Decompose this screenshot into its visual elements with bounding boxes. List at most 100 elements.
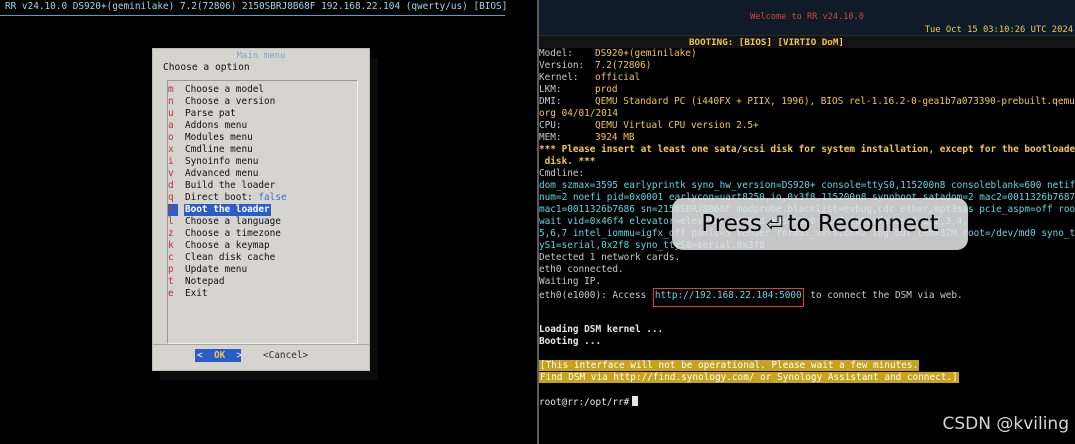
menu-item-synoinfo-menu[interactable]: i Synoinfo menu — [168, 156, 259, 168]
menu-item-label: Build the loader — [185, 180, 276, 191]
kernel-value: official — [595, 72, 641, 83]
dialog-prompt: Choose a option — [163, 62, 250, 73]
shell-prompt: root@rr:/opt/rr# — [539, 397, 630, 408]
menu-item-label: Cmdline menu — [185, 144, 253, 155]
model-label: Model: — [539, 48, 573, 59]
model-value: DS920+(geminilake) — [595, 48, 697, 59]
menu-item-hotkey: q — [168, 192, 174, 203]
menu-item-choose-model[interactable]: m Choose a model — [168, 84, 265, 96]
menu-item-choose-version[interactable]: n Choose a version — [168, 96, 276, 108]
menu-item-build-loader[interactable]: d Build the loader — [168, 180, 276, 192]
menu-item-hotkey: c — [168, 252, 174, 263]
cpu-label: CPU: — [539, 120, 562, 131]
menu-item-exit[interactable]: e Exit — [168, 288, 209, 300]
menu-item-update-menu[interactable]: p Update menu — [168, 264, 248, 276]
kernel-line: Kernel: official — [539, 72, 640, 84]
menu-item-advanced-menu[interactable]: v Advanced menu — [168, 168, 259, 180]
menu-item-label: Direct boot: false — [184, 192, 288, 204]
dmi-line-cont: org 04/01/2014 — [539, 108, 619, 119]
menu-item-hotkey: d — [168, 180, 174, 191]
menu-item-choose-keymap[interactable]: k Choose a keymap — [168, 240, 271, 252]
version-value: 7.2(72806) — [595, 60, 652, 71]
disk-warning: *** Please insert at least one sata/scsi… — [539, 144, 1075, 155]
menu-item-hotkey: a — [168, 120, 174, 131]
cmdline-label: Cmdline: — [539, 168, 585, 179]
menu-item-label: Choose a model — [185, 84, 265, 95]
terminal-cursor — [632, 396, 639, 406]
menu-item-hotkey: k — [168, 240, 174, 251]
header-divider — [0, 15, 505, 16]
menu-item-parse-pat[interactable]: u Parse pat — [168, 108, 237, 120]
version-label: Version: — [539, 60, 585, 71]
access-suffix: to connect the DSM via web. — [810, 290, 963, 301]
menu-item-hotkey: m — [168, 84, 174, 95]
menu-item-hotkey: e — [168, 288, 174, 299]
menu-item-boot-loader[interactable]: b Boot the loader — [168, 204, 271, 216]
menu-item-cmdline-menu[interactable]: x Cmdline menu — [168, 144, 254, 156]
cancel-button[interactable]: <Cancel> — [263, 349, 308, 362]
menu-item-hotkey: p — [168, 264, 174, 275]
menu-item-addons-menu[interactable]: a Addons menu — [168, 120, 248, 132]
version-line: Version: 7.2(72806) — [539, 60, 651, 72]
dialog-button-divider — [153, 344, 369, 345]
menu-item-hotkey: v — [168, 168, 174, 179]
detected-network: Detected 1 network cards. — [539, 252, 681, 263]
menu-item-direct-boot[interactable]: q Direct boot: false — [168, 192, 288, 204]
mem-value: 3924 MB — [595, 132, 635, 143]
booting-message: Booting ... — [539, 336, 602, 347]
menu-item-label: Choose a keymap — [185, 240, 270, 251]
direct-boot-label: Direct boot: — [185, 192, 253, 203]
menu-item-label: Choose a timezone — [185, 228, 281, 239]
notice-text: Find DSM via http://find.synology.com/ o… — [539, 372, 959, 383]
dsm-url-link[interactable]: http://192.168.22.104:5000 — [652, 288, 804, 307]
menu-item-hotkey: t — [168, 276, 174, 287]
menu-item-choose-language[interactable]: l Choose a language — [168, 216, 282, 228]
menu-item-notepad[interactable]: t Notepad — [168, 276, 226, 288]
menu-item-hotkey: n — [168, 96, 174, 107]
ok-bracket-right: > — [236, 350, 243, 361]
cpu-value: QEMU Virtual CPU version 2.5+ — [595, 120, 759, 131]
main-menu-dialog: Main menu Choose a option m Choose a mode… — [152, 48, 370, 371]
dmi-value: QEMU Standard PC (i440FX + PIIX, 1996), … — [595, 96, 1075, 107]
mem-line: MEM: 3924 MB — [539, 132, 635, 144]
reconnect-overlay[interactable]: Press ⏎ to Reconnect — [672, 198, 968, 250]
mem-label: MEM: — [539, 132, 562, 143]
menu-item-label: Modules menu — [185, 132, 253, 143]
menu-item-hotkey: l — [168, 216, 174, 227]
ok-button[interactable]: < OK > — [195, 349, 243, 362]
reconnect-text-pre: Press — [701, 211, 762, 237]
dmi-line: DMI: QEMU Standard PC (i440FX + PIIX, 199… — [539, 96, 1075, 108]
menu-item-label: Notepad — [185, 276, 225, 287]
eth-connected: eth0 connected. — [539, 264, 624, 275]
menu-item-label: Boot the loader — [184, 204, 271, 216]
reconnect-text-post: to Reconnect — [787, 211, 939, 237]
model-line: Model: DS920+(geminilake) — [539, 48, 697, 60]
welcome-banner: Welcome to RR v24.10.0 — [750, 12, 864, 22]
lkm-line: LKM: prod — [539, 84, 618, 96]
left-terminal-pane[interactable]: RR v24.10.0 DS920+(geminilake) 7.2(72806… — [0, 0, 537, 444]
menu-item-label: Clean disk cache — [185, 252, 276, 263]
disk-warning-cont: disk. *** — [539, 156, 596, 167]
cmdline-text: dom_szmax=3595 earlyprintk syno_hw_versi… — [539, 180, 1075, 191]
menu-item-label: Update menu — [185, 264, 248, 275]
menu-item-modules-menu[interactable]: o Modules menu — [168, 132, 254, 144]
menu-item-hotkey: z — [168, 228, 174, 239]
loading-kernel: Loading DSM kernel ... — [539, 324, 664, 335]
lkm-value: prod — [595, 84, 618, 95]
ok-bracket-left: < — [197, 350, 203, 361]
waiting-ip: Waiting IP. — [539, 276, 602, 287]
menu-item-choose-timezone[interactable]: z Choose a timezone — [168, 228, 282, 240]
lkm-label: LKM: — [539, 84, 562, 95]
ok-button-label: OK — [213, 350, 226, 361]
menu-item-hotkey: u — [168, 108, 174, 119]
menu-item-label: Advanced menu — [185, 168, 259, 179]
notice-text: [This interface will not be operational.… — [539, 360, 920, 371]
menu-item-clean-disk-cache[interactable]: c Clean disk cache — [168, 252, 276, 264]
shell-prompt-line[interactable]: root@rr:/opt/rr# — [539, 396, 639, 408]
watermark: CSDN @kviling — [942, 414, 1069, 434]
notice-line: [This interface will not be operational.… — [539, 360, 920, 372]
cpu-line: CPU: QEMU Virtual CPU version 2.5+ — [539, 120, 759, 132]
menu-item-label: Choose a version — [185, 96, 276, 107]
dmi-label: DMI: — [539, 96, 562, 107]
dialog-title: Main menu — [236, 51, 286, 61]
